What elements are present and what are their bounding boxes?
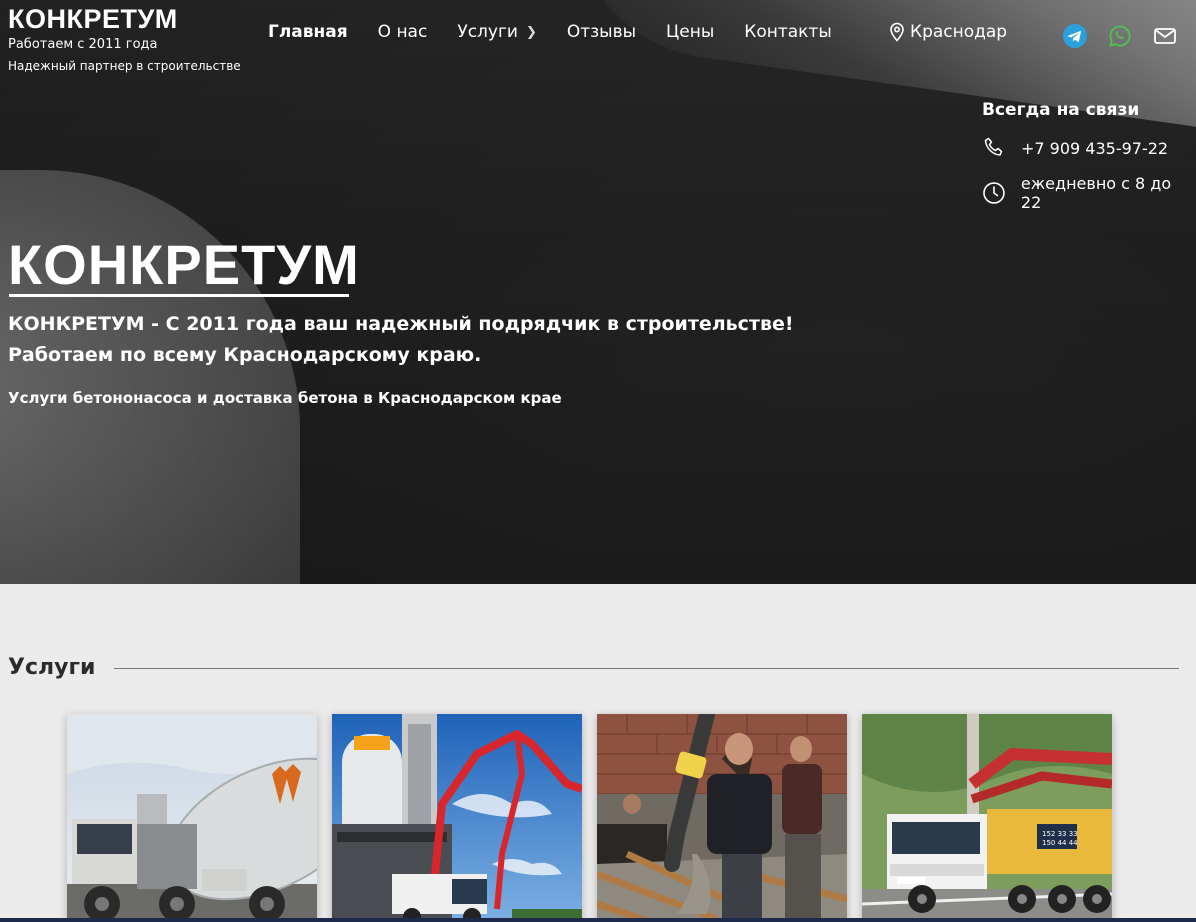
telegram-icon[interactable] [1063,24,1087,48]
logo-tagline-secondary: Надежный партнер в строительстве [8,59,241,73]
services-cards: 152 33 33 150 44 44 [67,714,1112,922]
hero-banner: КОНКРЕТУМ Работаем с 2011 года Надежный … [0,0,1196,584]
nav-item-prices[interactable]: Цены [666,22,714,42]
service-card[interactable] [67,714,317,922]
logo-name: КОНКРЕТУМ [8,4,178,34]
nav-item-contacts[interactable]: Контакты [744,22,832,42]
location-pin-icon [890,22,904,42]
social-links [1063,24,1177,48]
logo[interactable]: КОНКРЕТУМ Работаем с 2011 года Надежный … [8,4,241,75]
logo-tagline: Работаем с 2011 года [8,37,158,52]
contact-box-title: Всегда на связи [982,100,1140,120]
working-hours: ежедневно с 8 до 22 [1020,174,1172,212]
clock-icon [983,182,1005,204]
service-card[interactable] [597,714,847,922]
nav-item-reviews[interactable]: Отзывы [567,22,636,42]
bottom-bar [0,918,1196,922]
mail-icon[interactable] [1153,24,1177,48]
concrete-mixer-truck-photo [67,714,317,922]
city-selector[interactable]: Краснодар [888,22,1007,42]
workers-pouring-concrete-photo [597,714,847,922]
whatsapp-icon[interactable] [1108,24,1132,48]
service-card[interactable]: 152 33 33 150 44 44 [862,714,1112,922]
nav-item-home[interactable]: Главная [268,22,348,42]
concrete-pump-truck-photo: 152 33 33 150 44 44 [862,714,1112,922]
hero-description: КОНКРЕТУМ - С 2011 года ваш надежный под… [8,313,794,366]
services-title: Услуги [8,655,96,680]
svg-text:150 44 44: 150 44 44 [1042,839,1078,847]
contact-box: Всегда на связи +7 909 435-97-22 ежеднев… [982,100,1196,226]
contact-phone[interactable]: +7 909 435-97-22 [982,136,1196,160]
city-name: Краснодар [910,22,1008,42]
phone-icon [984,137,1003,156]
hero-title: КОНКРЕТУМ [8,233,360,296]
svg-text:152 33 33: 152 33 33 [1042,830,1078,838]
main-nav: Главная О нас Услуги ❯ Отзывы Цены Контак… [268,22,862,42]
contact-hours: ежедневно с 8 до 22 [982,174,1196,212]
hero-note: Услуги бетононасоса и доставка бетона в … [8,389,562,407]
nav-item-services[interactable]: Услуги ❯ [457,22,537,42]
service-card[interactable] [332,714,582,922]
concrete-pump-plant-photo [332,714,582,922]
nav-item-about[interactable]: О нас [378,22,428,42]
chevron-right-icon: ❯ [525,24,537,40]
phone-number: +7 909 435-97-22 [1021,138,1169,158]
hero-title-underline [9,294,349,297]
section-divider [114,668,1179,669]
